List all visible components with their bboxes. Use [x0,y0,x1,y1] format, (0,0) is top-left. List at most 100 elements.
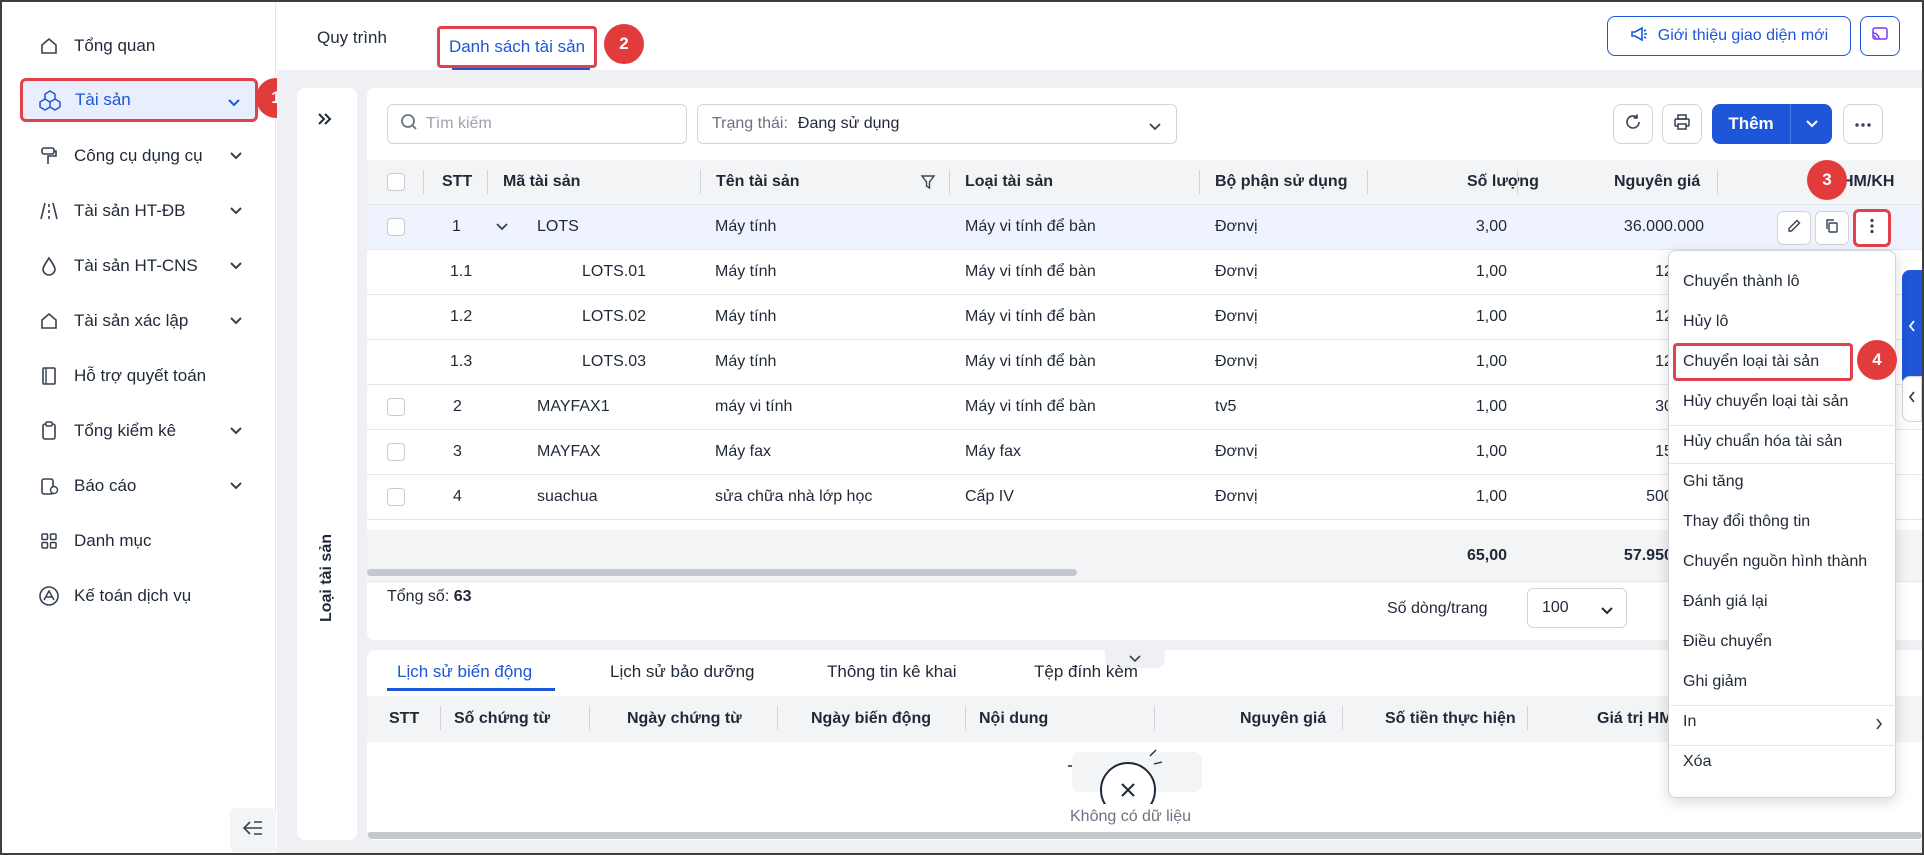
right-drawer-toggle[interactable] [1902,270,1922,386]
table-row[interactable]: 1 LOTS Máy tính Máy vi tính để bàn Đơnvị… [367,205,1922,250]
cell-name: máy vi tính [715,398,793,415]
sidebar-item-assets[interactable]: Tài sản [20,78,258,122]
menu-item-cancel-lot[interactable]: Hủy lô [1683,313,1728,331]
row-checkbox[interactable] [387,398,405,416]
menu-item-change-info[interactable]: Thay đổi thông tin [1683,513,1810,531]
search-input[interactable]: Tìm kiếm [387,104,687,144]
copy-icon [1824,218,1840,239]
filter-icon[interactable] [920,160,936,204]
horizontal-scrollbar[interactable] [367,569,1077,576]
house-icon [38,310,60,332]
cell-dept: Đơnvị [1215,488,1258,505]
report-icon [38,475,60,497]
clipboard-icon [38,420,60,442]
row-actions-menu: Chuyển thành lô Hủy lô Chuyển loại tài s… [1668,250,1897,798]
row-checkbox[interactable] [387,218,405,236]
more-options-button[interactable] [1843,104,1883,144]
chevron-right-icon [1875,717,1883,735]
tab-process[interactable]: Quy trình [317,28,387,48]
add-button-label: Thêm [1728,114,1774,133]
sidebar-item-reports[interactable]: Báo cáo [22,464,257,508]
empty-box-icon [1062,742,1212,818]
menu-item-convert-to-lot[interactable]: Chuyển thành lô [1683,273,1800,291]
tab-declaration-info[interactable]: Thông tin kê khai [827,662,956,682]
horizontal-scrollbar[interactable] [367,832,1922,839]
status-select[interactable]: Trạng thái: Đang sử dụng [697,104,1177,144]
cell-qty: 3,00 [1475,218,1507,235]
cell-type: Máy vi tính để bàn [965,398,1096,415]
print-button[interactable] [1662,104,1702,144]
tab-asset-list-label: Danh sách tài sản [448,37,586,56]
chevron-down-icon [229,258,243,276]
chevron-left-icon [1908,390,1916,408]
sidebar-item-settlement[interactable]: Hỗ trợ quyết toán [22,354,257,398]
chevron-down-icon[interactable] [495,205,509,249]
cell-name: Máy tính [715,308,777,325]
tab-asset-list[interactable]: Danh sách tài sản [437,26,597,68]
header-type: Loại tài sản [965,173,1054,190]
menu-item-delete[interactable]: Xóa [1683,753,1711,771]
menu-item-print[interactable]: In [1683,713,1696,731]
collapse-left-icon [242,820,264,841]
row-checkbox[interactable] [387,443,405,461]
menu-item-change-asset-type[interactable]: Chuyển loại tài sản [1683,353,1819,371]
paint-roller-icon [38,145,60,167]
sidebar-item-infra-water[interactable]: Tài sản HT-CNS [22,244,257,288]
rows-per-page-label: Số dòng/trang [1387,600,1488,617]
sidebar-item-catalog[interactable]: Danh mục [22,519,257,563]
chevron-down-icon[interactable] [1791,119,1832,129]
menu-item-increase[interactable]: Ghi tăng [1683,473,1743,491]
edit-row-button[interactable] [1777,211,1811,245]
sidebar-item-inventory[interactable]: Tổng kiểm kê [22,409,257,453]
top-bar: Quy trình Danh sách tài sản 2 Giới thiệu… [277,2,1922,71]
menu-item-transfer[interactable]: Điều chuyển [1683,633,1772,651]
menu-item-cancel-change-asset-type[interactable]: Hủy chuyển loại tài sản [1683,393,1848,411]
sidebar-collapse-button[interactable] [230,808,276,852]
row-checkbox[interactable] [387,488,405,506]
copy-row-button[interactable] [1815,211,1849,245]
sidebar-item-accounting[interactable]: Kế toán dịch vụ [22,574,257,618]
sidebar-item-label: Tài sản xác lập [74,311,189,330]
add-button[interactable]: Thêm [1712,104,1832,144]
chevron-down-icon [229,203,243,221]
header-depreciation: HM/KH [1842,173,1895,190]
menu-item-revaluate[interactable]: Đánh giá lại [1683,593,1768,611]
tab-maintenance-history[interactable]: Lịch sử bảo dưỡng [610,662,755,682]
cell-name: Máy fax [715,443,772,460]
header-stt: STT [389,710,420,727]
select-all-checkbox[interactable] [387,173,405,191]
sidebar-item-overview[interactable]: Tổng quan [22,24,257,68]
row-more-button[interactable] [1853,209,1891,247]
sidebar-item-established[interactable]: Tài sản xác lập [22,299,257,343]
cell-code: LOTS.03 [582,353,647,370]
cubes-icon [39,89,61,111]
header-voucher-date: Ngày chứng từ [627,710,742,727]
cell-stt: 2 [453,398,462,415]
menu-item-change-source[interactable]: Chuyển nguồn hình thành [1683,553,1867,571]
intro-new-ui-button[interactable]: Giới thiệu giao diện mới [1607,16,1851,56]
tab-attachments[interactable]: Tệp đính kèm [1034,662,1138,682]
menu-item-cancel-standardize[interactable]: Hủy chuẩn hóa tài sản [1683,433,1842,451]
accounting-icon [38,585,60,607]
chevron-down-icon [229,423,243,441]
tab-change-history[interactable]: Lịch sử biến động [397,662,532,682]
refresh-button[interactable] [1613,104,1653,144]
header-amount: Số tiền thực hiện [1385,710,1516,727]
menu-item-decrease[interactable]: Ghi giảm [1683,673,1747,691]
asset-type-panel: Loại tài sản [297,88,357,840]
cell-stt: 1 [452,218,461,235]
header-name: Tên tài sản [716,173,800,190]
cast-button[interactable] [1860,16,1900,56]
sidebar-item-infra-road[interactable]: Tài sản HT-ĐB [22,189,257,233]
expand-double-chevron-icon[interactable] [317,112,333,131]
status-label: Trạng thái: [712,115,788,132]
chevron-down-icon [1148,119,1162,137]
home-icon [38,35,60,57]
sidebar-item-tools[interactable]: Công cụ dụng cụ [22,134,257,178]
total-count-value: 63 [453,588,472,605]
printer-icon [1673,113,1691,136]
rows-per-page-select[interactable]: 100 [1527,588,1627,628]
right-panel-toggle[interactable] [1902,376,1922,422]
chevron-down-icon [1600,603,1614,621]
cell-type: Máy vi tính để bàn [965,308,1096,325]
